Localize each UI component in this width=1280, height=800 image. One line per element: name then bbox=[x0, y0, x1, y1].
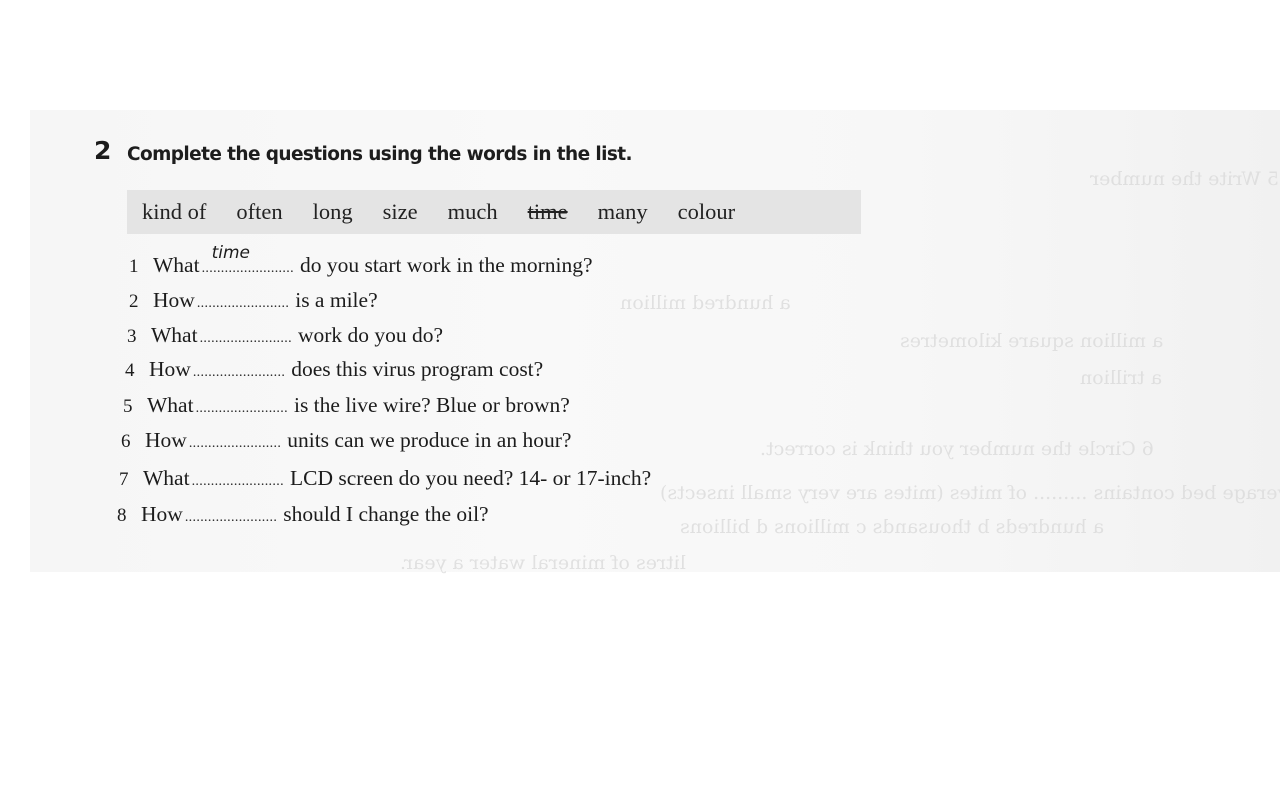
question-text: work do you do? bbox=[297, 323, 444, 347]
answer-blank[interactable]: ........................ bbox=[185, 510, 277, 526]
blank-dots: ........................ bbox=[192, 365, 286, 380]
word-list-box: kind of often long size much time many c… bbox=[127, 190, 861, 234]
question-item: 3 What ........................ work do … bbox=[127, 323, 443, 348]
answer-blank[interactable]: ........................ time bbox=[201, 243, 294, 277]
bleed-through-text: litres of mineral water a year. bbox=[400, 552, 686, 574]
question-stem: How bbox=[149, 357, 191, 381]
question-item: 1 What ........................ time do y… bbox=[129, 243, 593, 278]
question-item: 7 What ........................ LCD scre… bbox=[119, 466, 651, 491]
answer-blank[interactable]: ........................ bbox=[193, 365, 285, 381]
blank-dots: ........................ bbox=[188, 436, 282, 451]
answer-blank[interactable]: ........................ bbox=[200, 331, 292, 347]
bleed-through-text: a trillion bbox=[1080, 367, 1163, 389]
question-text: do you start work in the morning? bbox=[299, 253, 593, 277]
bleed-through-text: a hundreds b thousands c millions d bill… bbox=[680, 516, 1105, 538]
question-stem: What bbox=[153, 253, 200, 277]
answer-blank[interactable]: ........................ bbox=[189, 436, 281, 452]
blank-dots: ........................ bbox=[196, 296, 290, 311]
word-list-item-used: time bbox=[527, 199, 568, 224]
word-list-item: kind of bbox=[142, 199, 207, 224]
question-text: is a mile? bbox=[295, 288, 378, 312]
exercise-number: 2 bbox=[94, 136, 112, 165]
question-stem: How bbox=[153, 288, 195, 312]
bleed-through-text: 6 Circle the number you think is correct… bbox=[760, 438, 1154, 460]
bleed-through-text: a million square kilometres bbox=[900, 330, 1164, 352]
question-item: 8 How ........................ should I … bbox=[117, 502, 489, 527]
question-number: 6 bbox=[121, 431, 131, 452]
word-list-item: size bbox=[382, 199, 418, 224]
word-list-item: long bbox=[312, 199, 353, 224]
question-number: 1 bbox=[129, 256, 139, 277]
question-text: does this virus program cost? bbox=[291, 357, 544, 381]
blank-dots: ........................ bbox=[199, 331, 292, 346]
word-list-item: often bbox=[236, 199, 283, 224]
question-number: 4 bbox=[125, 360, 135, 381]
question-text: LCD screen do you need? 14- or 17-inch? bbox=[289, 466, 652, 490]
answer-blank[interactable]: ........................ bbox=[192, 474, 284, 490]
bleed-through-text: 5 Write the number bbox=[1090, 168, 1280, 190]
question-number: 8 bbox=[117, 505, 127, 526]
bleed-through-text: a hundred million bbox=[620, 292, 791, 314]
question-number: 3 bbox=[127, 326, 137, 347]
question-stem: What bbox=[147, 393, 194, 417]
word-list-item: much bbox=[447, 199, 498, 224]
blank-dots: ........................ bbox=[184, 510, 278, 525]
blank-dots: ........................ bbox=[195, 401, 288, 416]
answer-blank[interactable]: ........................ bbox=[196, 401, 288, 417]
question-item: 4 How ........................ does this… bbox=[125, 357, 543, 382]
question-stem: What bbox=[151, 323, 198, 347]
question-number: 5 bbox=[123, 396, 133, 417]
question-stem: How bbox=[141, 502, 183, 526]
question-item: 6 How ........................ units can… bbox=[121, 428, 571, 453]
question-text: should I change the oil? bbox=[283, 502, 489, 526]
question-stem: What bbox=[143, 466, 190, 490]
exercise-instruction: Complete the questions using the words i… bbox=[127, 144, 633, 165]
question-text: units can we produce in an hour? bbox=[287, 428, 572, 452]
question-item: 2 How ........................ is a mile… bbox=[129, 288, 378, 313]
question-item: 5 What ........................ is the l… bbox=[123, 393, 570, 418]
word-list-item: many bbox=[597, 199, 648, 224]
blank-dots: ........................ bbox=[201, 261, 294, 276]
word-list-item: colour bbox=[677, 199, 736, 224]
question-text: is the live wire? Blue or brown? bbox=[293, 393, 570, 417]
handwritten-answer: time bbox=[211, 243, 250, 263]
blank-dots: ........................ bbox=[191, 474, 284, 489]
bleed-through-text: The average bed contains ......... of mi… bbox=[660, 482, 1280, 504]
question-stem: How bbox=[145, 428, 187, 452]
answer-blank[interactable]: ........................ bbox=[197, 296, 289, 312]
question-number: 7 bbox=[119, 469, 129, 490]
question-number: 2 bbox=[129, 291, 139, 312]
